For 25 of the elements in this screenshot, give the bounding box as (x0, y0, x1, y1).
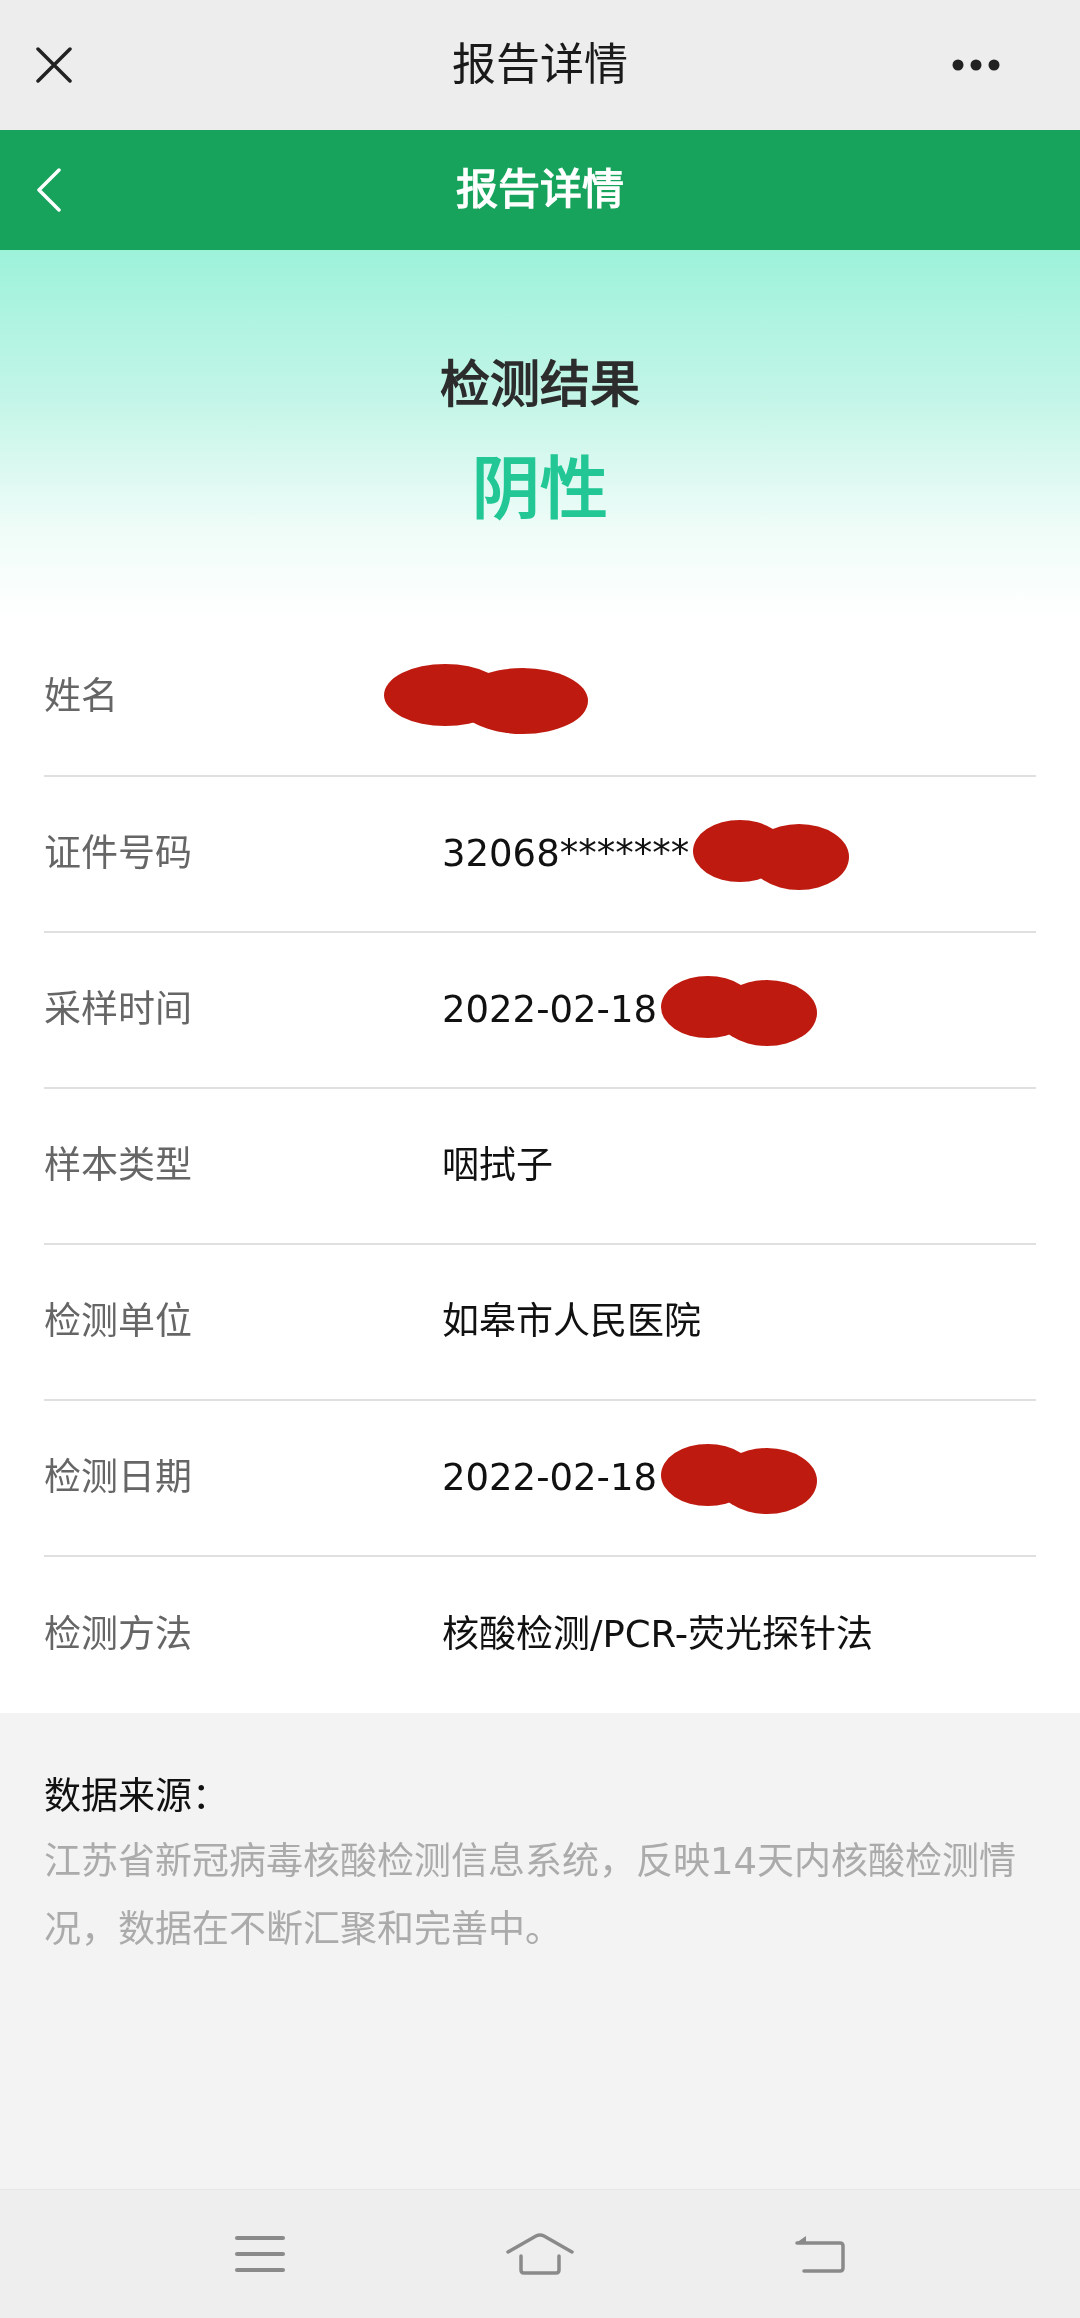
field-label: 检测单位 (44, 1299, 192, 1345)
field-label: 采样时间 (44, 987, 192, 1033)
field-value: 如皋市人民医院 (442, 1299, 701, 1345)
field-label: 证件号码 (44, 831, 192, 877)
menu-icon (235, 2235, 285, 2273)
page-title: 报告详情 (452, 38, 628, 92)
close-icon (36, 47, 72, 83)
source-text: 江苏省新冠病毒核酸检测信息系统，反映14天内核酸检测情况，数据在不断汇聚和完善中。 (44, 1839, 1018, 1953)
field-value: 32068******* (442, 831, 690, 877)
result-heading: 检测结果 (440, 355, 640, 415)
return-icon (794, 2234, 846, 2274)
field-label: 样本类型 (44, 1143, 192, 1189)
home-icon (506, 2233, 574, 2275)
source-title: 数据来源： (44, 1774, 230, 1820)
field-value: 2022-02-18 (442, 1455, 658, 1501)
result-value: 阴性 (472, 449, 608, 531)
header-title: 报告详情 (456, 164, 624, 216)
more-icon (952, 59, 1000, 71)
field-label: 检测方法 (44, 1612, 192, 1658)
field-label: 姓名 (44, 675, 118, 720)
field-label: 检测日期 (44, 1455, 192, 1501)
field-value: 2022-02-18 (442, 987, 658, 1033)
field-value: 核酸检测/PCR-荧光探针法 (442, 1612, 874, 1658)
chevron-left-icon (36, 168, 62, 212)
field-value: 咽拭子 (442, 1143, 553, 1189)
